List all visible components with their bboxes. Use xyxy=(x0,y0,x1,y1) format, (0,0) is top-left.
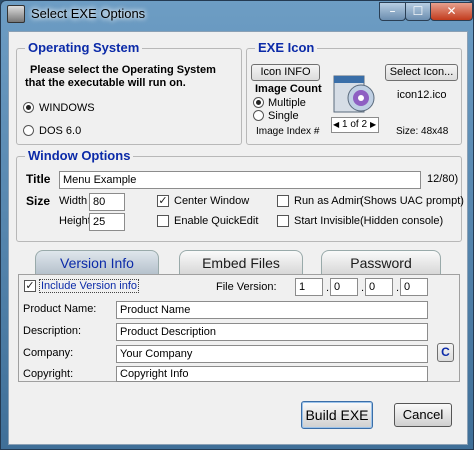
product-name-label: Product Name: xyxy=(23,303,97,315)
include-version-checkbox[interactable]: ✓ xyxy=(24,280,36,292)
company-label: Company: xyxy=(23,347,74,359)
file-version-build[interactable]: 0 xyxy=(365,278,393,296)
os-group: Operating System Please select the Opera… xyxy=(16,40,242,145)
height-label: Height xyxy=(59,215,91,227)
description-label: Description: xyxy=(23,325,82,337)
dialog-client: Operating System Please select the Opera… xyxy=(8,31,468,445)
radio-multiple[interactable] xyxy=(253,97,264,108)
index-value: 1 of 2 xyxy=(342,119,368,130)
center-window-label[interactable]: Center Window xyxy=(174,195,249,207)
radio-single-label[interactable]: Single xyxy=(268,110,299,122)
width-label: Width xyxy=(59,195,88,207)
os-prompt-line2: that the executable will run on. xyxy=(25,77,186,89)
image-index-label: Image Index # xyxy=(256,126,320,137)
icon-preview-image xyxy=(330,68,378,116)
file-version-label: File Version: xyxy=(216,281,277,293)
tab-version-info[interactable]: Version Info xyxy=(35,250,159,275)
maximize-button[interactable]: ☐ xyxy=(405,2,431,21)
window-title-input[interactable]: Menu Example xyxy=(59,171,421,189)
radio-windows[interactable] xyxy=(23,102,34,113)
title-counter: 12/80) xyxy=(427,173,459,185)
title-label: Title xyxy=(26,172,51,186)
center-window-checkbox[interactable]: ✓ xyxy=(157,195,169,207)
close-button[interactable]: ✕ xyxy=(430,2,473,21)
product-name-input[interactable]: Product Name xyxy=(116,301,428,319)
os-group-title: Operating System xyxy=(25,40,143,55)
run-as-admin-label[interactable]: Run as Admin xyxy=(294,195,362,207)
file-version-major[interactable]: 1 xyxy=(295,278,323,296)
start-invisible-label[interactable]: Start Invisible xyxy=(294,215,360,227)
index-spinner[interactable]: ◀ 1 of 2 ▶ xyxy=(331,117,379,133)
radio-dos-label[interactable]: DOS 6.0 xyxy=(39,125,81,137)
select-icon-button[interactable]: Select Icon... xyxy=(385,64,458,81)
icon-size-text: Size: 48x48 xyxy=(396,126,449,137)
minimize-button[interactable]: – xyxy=(379,2,406,21)
size-label: Size xyxy=(26,194,51,208)
include-version-label[interactable]: Include Version info xyxy=(39,279,140,293)
exe-icon-group-title: EXE Icon xyxy=(255,40,318,55)
image-count-label: Image Count xyxy=(255,83,322,95)
radio-single[interactable] xyxy=(253,110,264,121)
width-input[interactable]: 80 xyxy=(89,193,125,211)
radio-multiple-label[interactable]: Multiple xyxy=(268,97,306,109)
version-sep-1: . xyxy=(326,282,330,294)
icon-filename: icon12.ico xyxy=(397,89,447,101)
copyright-symbol-button[interactable]: C xyxy=(437,343,454,362)
version-sep-2: . xyxy=(361,282,365,294)
exe-icon-group: EXE Icon Icon INFO Select Icon... Image … xyxy=(246,40,462,145)
tab-password[interactable]: Password xyxy=(321,250,441,275)
version-sep-3: . xyxy=(396,282,400,294)
company-input[interactable]: Your Company xyxy=(116,345,428,363)
cancel-button[interactable]: Cancel xyxy=(394,403,452,427)
os-prompt-line1: Please select the Operating System xyxy=(30,64,216,76)
window-options-group-title: Window Options xyxy=(25,148,134,163)
file-version-revision[interactable]: 0 xyxy=(400,278,428,296)
copyright-label: Copyright: xyxy=(23,368,74,380)
dialog-window: Select EXE Options – ☐ ✕ Operating Syste… xyxy=(0,0,474,450)
index-next-icon[interactable]: ▶ xyxy=(370,120,376,130)
run-as-admin-checkbox[interactable] xyxy=(277,195,289,207)
app-icon xyxy=(7,5,25,23)
radio-dos[interactable] xyxy=(23,125,34,136)
window-options-group: Window Options Title Menu Example 12/80)… xyxy=(16,148,464,242)
index-prev-icon[interactable]: ◀ xyxy=(333,120,339,130)
title-bar[interactable]: Select EXE Options – ☐ ✕ xyxy=(1,1,473,27)
quickedit-checkbox[interactable] xyxy=(157,215,169,227)
file-version-minor[interactable]: 0 xyxy=(330,278,358,296)
height-input[interactable]: 25 xyxy=(89,213,125,231)
run-as-admin-note: (Shows UAC prompt) xyxy=(360,195,464,207)
quickedit-label[interactable]: Enable QuickEdit xyxy=(174,215,258,227)
copyright-input[interactable]: Copyright Info xyxy=(116,366,428,382)
build-exe-button[interactable]: Build EXE xyxy=(301,401,373,429)
description-input[interactable]: Product Description xyxy=(116,323,428,341)
radio-windows-label[interactable]: WINDOWS xyxy=(39,102,95,114)
start-invisible-note: (Hidden console) xyxy=(360,215,444,227)
window-title: Select EXE Options xyxy=(31,6,146,21)
start-invisible-checkbox[interactable] xyxy=(277,215,289,227)
version-info-panel: ✓ Include Version info File Version: 1 .… xyxy=(18,274,460,382)
tab-embed-files[interactable]: Embed Files xyxy=(179,250,303,275)
icon-info-button[interactable]: Icon INFO xyxy=(251,64,320,81)
